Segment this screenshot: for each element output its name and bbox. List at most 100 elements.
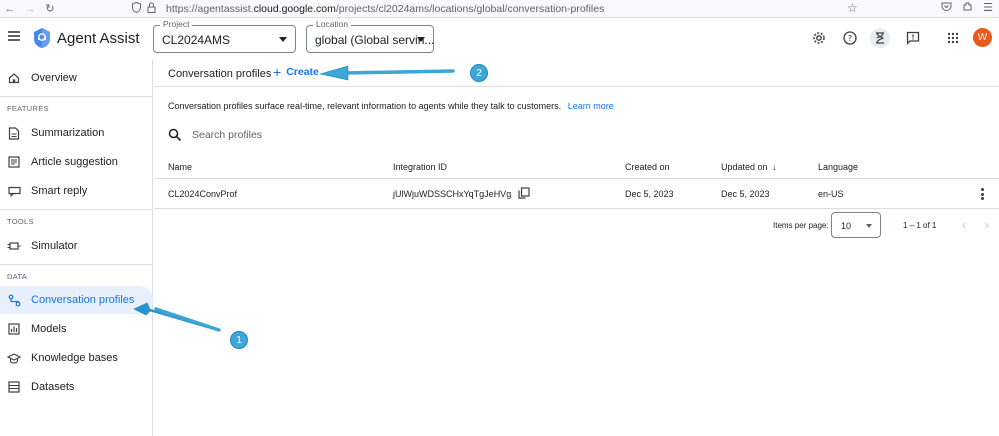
sidebar-item-simulator[interactable]: Simulator: [0, 232, 153, 260]
simulator-icon: [7, 239, 21, 253]
sidebar-item-knowledge-bases[interactable]: Knowledge bases: [0, 344, 153, 372]
hamburger-menu-icon[interactable]: [8, 31, 20, 41]
project-label: Project: [160, 19, 193, 29]
app-name: Agent Assist: [57, 30, 140, 47]
sidebar-item-conversation-profiles[interactable]: Conversation profiles: [0, 286, 153, 314]
create-label: Create: [286, 66, 319, 78]
models-icon: [7, 322, 21, 336]
pocket-icon[interactable]: [941, 1, 952, 15]
home-icon: [7, 71, 21, 85]
sidebar-item-article-suggestion[interactable]: Article suggestion: [0, 148, 153, 176]
divider: [0, 96, 153, 97]
location-select[interactable]: Location global (Global servin...: [306, 19, 434, 53]
chevron-down-icon: [279, 37, 287, 42]
cell-updated-on: Dec 5, 2023: [721, 189, 770, 199]
svg-text:?: ?: [848, 34, 852, 43]
search-input[interactable]: Search profiles: [192, 129, 262, 141]
callout-badge-1: 1: [230, 331, 248, 349]
search-field[interactable]: Search profiles: [168, 128, 262, 142]
lock-icon: [147, 2, 156, 16]
section-label-features: FEATURES: [7, 104, 49, 113]
annotation-arrow-1-shaft: [154, 307, 221, 332]
callout-badge-2: 2: [470, 64, 488, 82]
forward-icon[interactable]: →: [20, 0, 40, 18]
reload-icon[interactable]: ↻: [40, 0, 60, 18]
copy-icon[interactable]: [518, 186, 530, 199]
description-text: Conversation profiles surface real-time,…: [168, 101, 562, 111]
table-row-divider: [154, 208, 999, 209]
bookmark-star-icon[interactable]: ☆: [847, 1, 858, 15]
sidebar-item-smart-reply[interactable]: Smart reply: [0, 177, 153, 205]
sidebar-item-label: Summarization: [31, 127, 105, 139]
sidebar-item-label: Overview: [31, 72, 77, 84]
location-label: Location: [313, 19, 352, 29]
hourglass-icon[interactable]: [870, 28, 890, 48]
user-avatar[interactable]: W: [973, 28, 992, 47]
document-icon: [7, 126, 21, 140]
search-icon: [168, 128, 182, 142]
sort-arrow-down-icon: ↓: [772, 162, 777, 172]
agent-assist-logo-icon: [33, 27, 51, 49]
column-header-integration-id[interactable]: Integration ID: [393, 162, 447, 172]
page-header: Conversation profiles + Create: [154, 60, 999, 87]
shield-icon: [132, 1, 141, 16]
column-header-created-on[interactable]: Created on: [625, 162, 670, 172]
create-button[interactable]: + Create: [273, 64, 319, 80]
settings-gear-icon[interactable]: [810, 29, 828, 47]
column-header-label: Updated on: [721, 162, 768, 172]
extensions-icon[interactable]: [962, 1, 973, 15]
divider: [0, 264, 153, 265]
cell-created-on: Dec 5, 2023: [625, 189, 674, 199]
sidebar-item-label: Datasets: [31, 381, 75, 393]
help-icon[interactable]: ?: [841, 29, 859, 47]
dataset-icon: [7, 380, 21, 394]
section-label-tools: TOOLS: [7, 217, 34, 226]
cell-name[interactable]: CL2024ConvProf: [168, 189, 237, 199]
sidebar-item-label: Conversation profiles: [31, 294, 135, 306]
items-per-page-value: 10: [841, 221, 852, 231]
back-icon[interactable]: ←: [0, 0, 20, 18]
sidebar-item-summarization[interactable]: Summarization: [0, 119, 153, 147]
address-bar[interactable]: https://agentassist.cloud.google.com/pro…: [166, 3, 604, 15]
section-label-data: DATA: [7, 272, 28, 281]
feedback-icon[interactable]: [904, 29, 922, 47]
cell-language: en-US: [818, 189, 844, 199]
sidebar-item-label: Simulator: [31, 240, 78, 252]
divider: [0, 209, 153, 210]
previous-page-icon[interactable]: ‹: [962, 218, 966, 232]
learn-more-link[interactable]: Learn more: [568, 101, 614, 111]
apps-grid-icon[interactable]: [944, 29, 962, 47]
items-per-page-select[interactable]: 10: [831, 212, 881, 238]
items-per-page-label: Items per page:: [773, 221, 829, 230]
column-header-updated-on[interactable]: Updated on ↓: [721, 162, 777, 172]
browser-toolbar: ← → ↻ https://agentassist.cloud.google.c…: [0, 0, 999, 18]
route-icon: [7, 293, 21, 307]
column-header-language[interactable]: Language: [818, 162, 858, 172]
plus-icon: +: [273, 64, 282, 80]
sidebar-item-models[interactable]: Models: [0, 315, 153, 343]
article-icon: [7, 155, 21, 169]
cell-integration-id: jUlWjuWDSSCHxYqTgJeHVg: [393, 189, 512, 199]
sidebar-item-label: Knowledge bases: [31, 352, 118, 364]
app-header: Agent Assist Project CL2024AMS Location …: [0, 18, 999, 60]
page-title: Conversation profiles: [168, 68, 272, 80]
page-description: Conversation profiles surface real-time,…: [168, 101, 614, 111]
sidebar-item-label: Article suggestion: [31, 156, 118, 168]
menu-icon[interactable]: ☰: [983, 1, 993, 15]
pagination-range: 1 – 1 of 1: [903, 221, 937, 230]
chevron-down-icon: [866, 224, 872, 228]
sidebar-item-datasets[interactable]: Datasets: [0, 373, 153, 401]
sidebar: Overview FEATURES Summarization Article …: [0, 60, 153, 436]
project-value: CL2024AMS: [162, 33, 231, 47]
sidebar-item-label: Models: [31, 323, 67, 335]
sidebar-item-label: Smart reply: [31, 185, 88, 197]
next-page-icon[interactable]: ›: [985, 218, 989, 232]
table-header-divider: [154, 178, 999, 179]
column-header-name[interactable]: Name: [168, 162, 192, 172]
project-select[interactable]: Project CL2024AMS: [153, 19, 296, 53]
reply-icon: [7, 184, 21, 198]
chevron-down-icon: [417, 37, 425, 42]
sidebar-item-overview[interactable]: Overview: [0, 64, 153, 92]
school-icon: [7, 351, 21, 365]
more-vert-icon[interactable]: [980, 188, 984, 200]
